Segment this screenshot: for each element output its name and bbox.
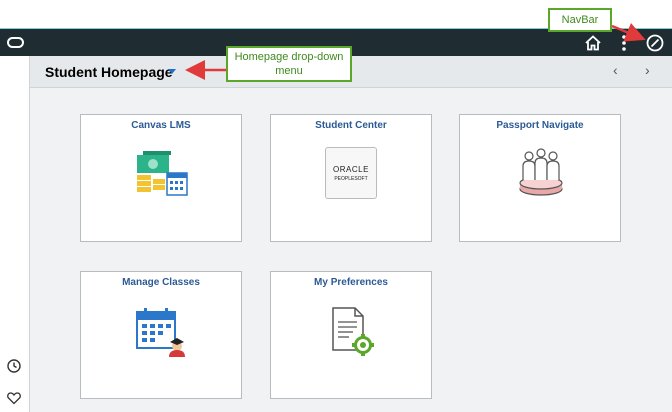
callout-arrows [185,23,646,80]
navbar-arrow [611,23,646,42]
